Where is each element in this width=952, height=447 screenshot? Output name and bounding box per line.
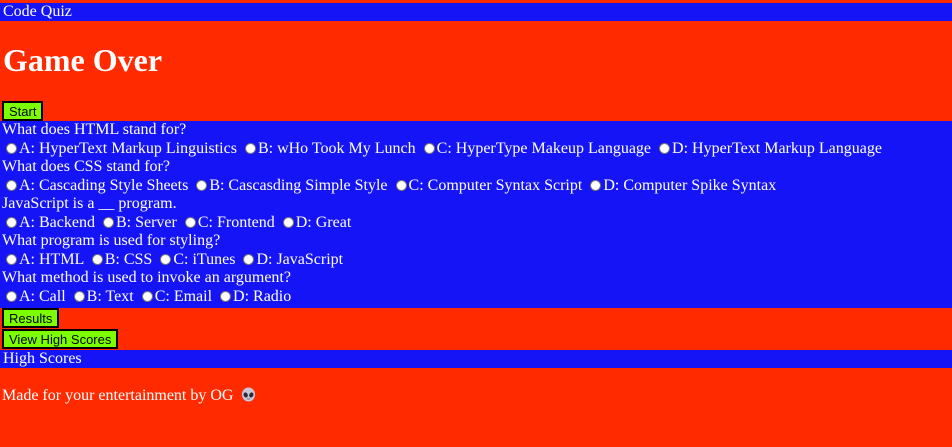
radio-button[interactable] (196, 180, 208, 191)
answer-label: C: Email (154, 288, 213, 305)
question-text: JavaScript is a __ program. (2, 195, 177, 212)
answer-label: B: Text (86, 288, 134, 305)
answer-label: D: HyperText Markup Language (672, 140, 882, 157)
answer-label: A: Call (19, 288, 66, 305)
high-scores-section: High Scores (0, 350, 952, 368)
radio-button[interactable] (243, 254, 255, 265)
answer-label: A: Backend (19, 214, 95, 231)
radio-button[interactable] (423, 143, 435, 154)
radio-button[interactable] (6, 217, 17, 228)
radio-button[interactable] (220, 291, 232, 302)
answer-label: A: Cascading Style Sheets (19, 177, 189, 194)
high-scores-button-row: View High Scores (0, 329, 952, 350)
radio-button[interactable] (141, 291, 153, 302)
radio-button[interactable] (73, 291, 85, 302)
answer-label: B: Cascasding Simple Style (209, 177, 388, 194)
results-row: Results (0, 308, 952, 329)
answer-options: A: HyperText Markup Linguistics B: wHo T… (2, 139, 952, 158)
start-button[interactable]: Start (2, 101, 44, 121)
footer-text: Made for your entertainment by OG (2, 387, 234, 404)
question-text: What does HTML stand for? (2, 121, 187, 138)
radio-button[interactable] (184, 217, 196, 228)
high-scores-title: High Scores (3, 350, 82, 367)
answer-label: C: HyperType Makeup Language (436, 140, 652, 157)
radio-button[interactable] (160, 254, 172, 265)
view-high-scores-button[interactable]: View High Scores (2, 329, 119, 349)
radio-button[interactable] (395, 180, 407, 191)
answer-label: D: Great (295, 214, 352, 231)
start-row: Start (0, 101, 952, 121)
radio-button[interactable] (659, 143, 671, 154)
question-text: What method is used to invoke an argumen… (2, 269, 291, 286)
radio-button[interactable] (590, 180, 602, 191)
alien-icon (241, 387, 256, 402)
radio-button[interactable] (6, 254, 17, 265)
answer-label: B: wHo Took My Lunch (257, 140, 416, 157)
answer-label: C: Frontend (197, 214, 275, 231)
radio-button[interactable] (102, 217, 114, 228)
answer-label: B: Server (115, 214, 177, 231)
app-title: Code Quiz (3, 3, 72, 20)
answer-label: A: HyperText Markup Linguistics (19, 140, 237, 157)
answer-label: B: CSS (104, 251, 153, 268)
radio-button[interactable] (91, 254, 103, 265)
answer-label: D: JavaScript (256, 251, 344, 268)
answer-label: D: Computer Spike Syntax (603, 177, 777, 194)
results-button[interactable]: Results (2, 308, 60, 328)
page-title: Game Over (3, 42, 163, 78)
footer: Made for your entertainment by OG (0, 386, 952, 406)
answer-options: A: Call B: Text C: Email D: Radio (2, 287, 952, 306)
answer-options: A: Cascading Style Sheets B: Cascasding … (2, 176, 952, 195)
answer-label: D: Radio (233, 288, 292, 305)
answer-label: C: iTunes (173, 251, 236, 268)
radio-button[interactable] (282, 217, 294, 228)
question-text: What program is used for styling? (2, 232, 221, 249)
radio-button[interactable] (6, 291, 17, 302)
answer-label: A: HTML (19, 251, 84, 268)
answer-options: A: HTML B: CSS C: iTunes D: JavaScript (2, 250, 952, 269)
quiz-section: What does HTML stand for? A: HyperText M… (0, 121, 952, 308)
app-title-bar: Code Quiz (0, 3, 952, 21)
question-text: What does CSS stand for? (2, 158, 170, 175)
radio-button[interactable] (6, 180, 17, 191)
radio-button[interactable] (244, 143, 256, 154)
answer-options: A: Backend B: Server C: Frontend D: Grea… (2, 213, 952, 232)
answer-label: C: Computer Syntax Script (408, 177, 583, 194)
radio-button[interactable] (6, 143, 17, 154)
